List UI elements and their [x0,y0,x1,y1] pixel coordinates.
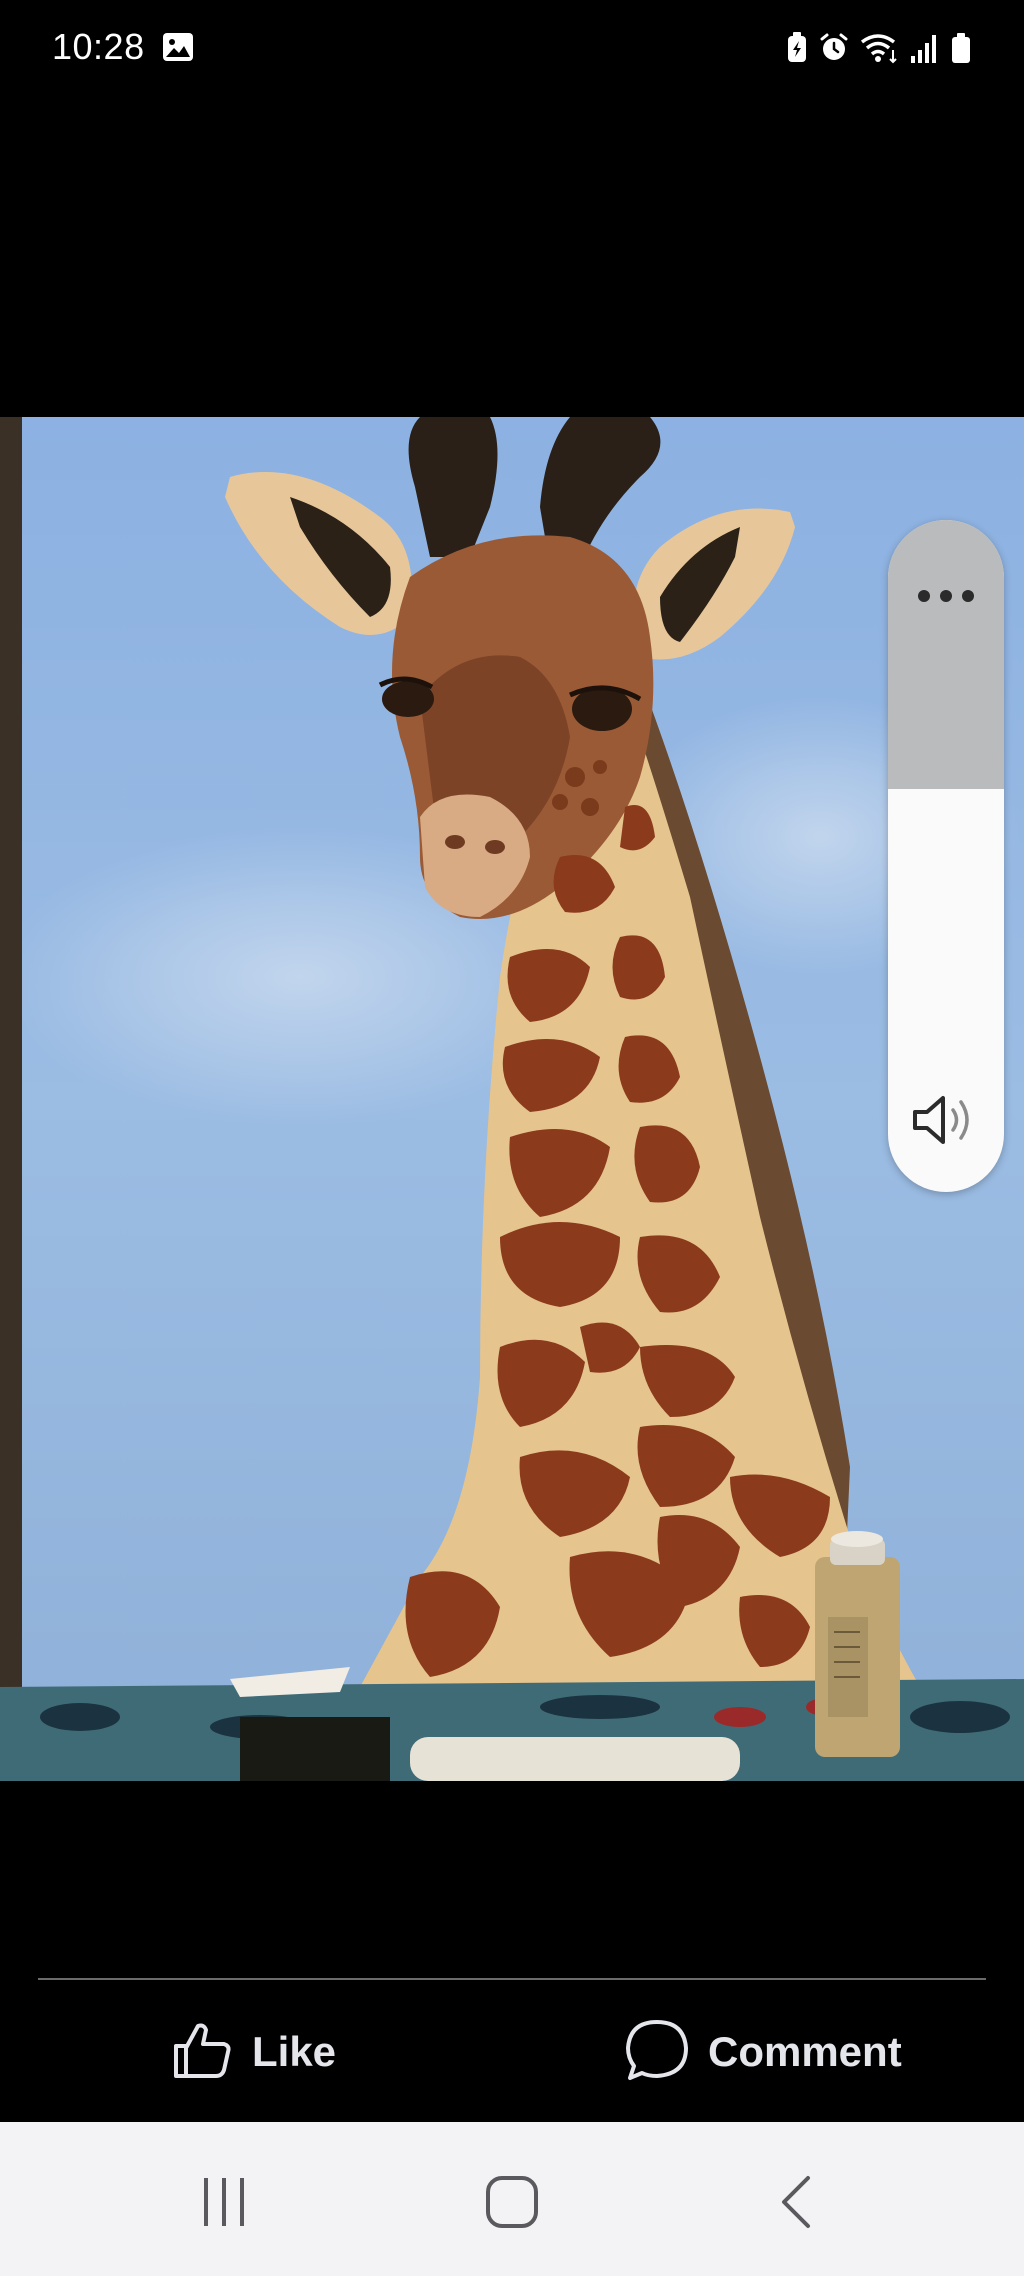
speaker-icon[interactable] [888,1080,1004,1160]
more-dots-icon[interactable] [888,566,1004,626]
thumbs-up-icon [170,2018,234,2087]
signal-icon [910,32,940,64]
system-nav-bar [0,2122,1024,2276]
battery-saver-icon [786,32,808,64]
status-time: 10:28 [52,26,145,67]
recent-apps-icon[interactable] [184,2162,264,2242]
alarm-icon [818,32,850,64]
status-bar: 10:28 [0,0,1024,96]
comment-label: Comment [708,2028,902,2075]
like-label: Like [252,2028,337,2075]
gallery-icon [162,32,194,62]
action-divider [38,1978,986,1980]
wifi-icon [860,32,900,64]
comment-button[interactable]: Comment [624,2012,902,2092]
post-photo[interactable] [0,417,1024,1781]
battery-icon [950,32,972,64]
back-icon[interactable] [758,2162,838,2242]
home-icon[interactable] [472,2162,552,2242]
giraffe-painting [0,417,1024,1781]
volume-panel[interactable] [888,520,1004,1192]
comment-bubble-icon [624,2018,690,2087]
volume-track-empty [888,520,1004,789]
like-button[interactable]: Like [170,2012,336,2092]
status-icons [786,28,972,68]
